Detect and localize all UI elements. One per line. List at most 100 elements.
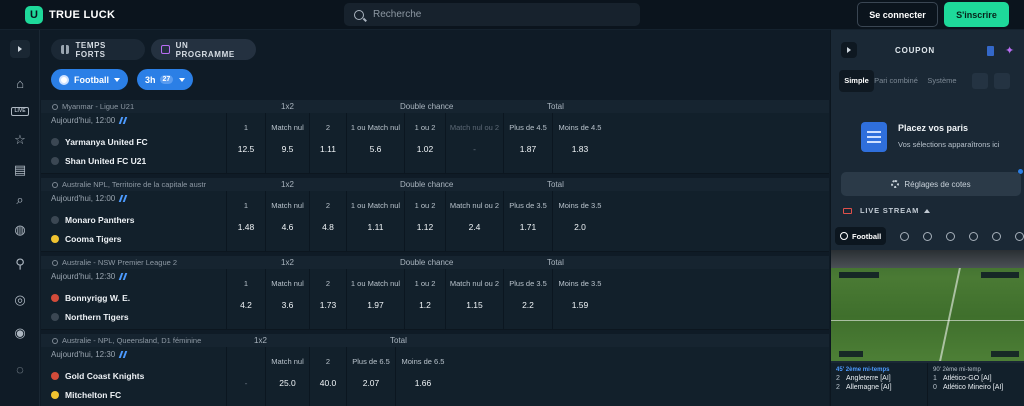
- home-icon[interactable]: ⌂: [11, 74, 29, 92]
- match-row[interactable]: Aujourd'hui, 12:00 Monaro Panthers Cooma…: [41, 191, 829, 252]
- odd-label: Match nul: [271, 123, 304, 132]
- live-event-card[interactable]: 90' 2ème mi-temp 1 Atlético-GO [AI] 0 Atlé…: [928, 363, 1024, 406]
- calculator-icon[interactable]: [972, 73, 988, 89]
- ticket-icon[interactable]: [987, 46, 994, 56]
- time-filter-dropdown[interactable]: 3h 27: [137, 69, 193, 90]
- basketball-icon[interactable]: ◎: [11, 291, 29, 309]
- away-team: Cooma Tigers: [65, 234, 122, 244]
- search-box[interactable]: [344, 3, 640, 26]
- market-title: Double chance: [400, 102, 454, 111]
- play-icon: [18, 46, 22, 52]
- login-button[interactable]: Se connecter: [857, 2, 938, 27]
- odd-value: 2.4: [468, 222, 481, 232]
- tab-label: TEMPS FORTS: [75, 40, 106, 59]
- team-icon: [51, 313, 59, 321]
- empty-subtitle: Vos sélections apparaîtrons ici: [898, 140, 1000, 149]
- chat-icon[interactable]: ◌: [11, 360, 29, 378]
- hockey-icon[interactable]: [992, 231, 1002, 241]
- odd-button[interactable]: Plus de 6.5 2.07: [346, 347, 395, 406]
- sparkle-icon[interactable]: ✦: [1005, 44, 1014, 57]
- match-row[interactable]: Aujourd'hui, 12:30 Bonnyrigg W. E. North…: [41, 269, 829, 330]
- odd-button[interactable]: Match nul 3.6: [265, 269, 309, 330]
- tab-pari-combine[interactable]: Pari combiné: [874, 70, 918, 92]
- live-icon[interactable]: LIVE: [11, 102, 29, 120]
- odd-button[interactable]: 2 1.11: [309, 113, 346, 174]
- market-title: 1x2: [281, 180, 294, 189]
- odd-button[interactable]: Plus de 3.5 1.71: [503, 191, 552, 252]
- odd-value: 5.6: [369, 144, 382, 154]
- signup-button[interactable]: S'inscrire: [944, 2, 1009, 27]
- tennis-icon[interactable]: ⚲: [11, 255, 29, 273]
- video-stream[interactable]: [831, 250, 1024, 361]
- tab-un-programme[interactable]: UN PROGRAMME: [151, 39, 256, 60]
- tab-simple[interactable]: Simple: [839, 70, 874, 92]
- match-row[interactable]: Aujourd'hui, 12:30 Gold Coast Knights Mi…: [41, 347, 829, 406]
- odd-value: 4.8: [322, 222, 334, 232]
- odd-label: Moins de 3.5: [558, 201, 602, 210]
- odd-label: Match nul ou 2: [449, 123, 500, 132]
- baseball-icon[interactable]: [969, 231, 979, 241]
- tab-systeme[interactable]: Système: [918, 70, 966, 92]
- logo[interactable]: U TRUE LUCK: [25, 5, 115, 24]
- odd-button[interactable]: Moins de 6.5 1.66: [395, 347, 450, 406]
- sport-football[interactable]: Football: [835, 227, 887, 245]
- football-icon[interactable]: ◍: [11, 221, 29, 239]
- odd-button[interactable]: Match nul ou 2 -: [445, 113, 503, 174]
- magnifier-icon[interactable]: ⌕: [11, 191, 29, 209]
- coupon-collapse-button[interactable]: [841, 42, 857, 58]
- odd-button[interactable]: 1 ou 2 1.02: [404, 113, 445, 174]
- odd-value: 2.0: [574, 222, 586, 232]
- match-row[interactable]: Aujourd'hui, 12:00 Yarmanya United FC Sh…: [41, 113, 829, 174]
- odd-button[interactable]: 1 4.2: [226, 269, 265, 330]
- odd-label: Moins de 6.5: [401, 357, 445, 366]
- odd-button[interactable]: Moins de 3.5 1.59: [552, 269, 607, 330]
- document-icon[interactable]: ▤: [11, 161, 29, 179]
- live-event-card[interactable]: 45' 2ème mi-temps 2 Angleterre [AI] 2 Alle…: [831, 363, 928, 406]
- odd-label: 1 ou Match nul: [350, 201, 401, 210]
- odd-button[interactable]: 2 1.73: [309, 269, 346, 330]
- odd-button[interactable]: 1 ou 2 1.12: [404, 191, 445, 252]
- basketball-icon[interactable]: [923, 231, 933, 241]
- rail-expand-button[interactable]: [10, 40, 30, 58]
- team-name: Angleterre [AI]: [846, 375, 891, 382]
- betslip-icon: [861, 122, 887, 152]
- odd-button[interactable]: Match nul ou 2 1.15: [445, 269, 503, 330]
- odd-button[interactable]: 1 12.5: [226, 113, 265, 174]
- odd-button[interactable]: Match nul 9.5: [265, 113, 309, 174]
- search-input[interactable]: [373, 9, 623, 20]
- odd-button[interactable]: Match nul 4.6: [265, 191, 309, 252]
- score: 1: [933, 375, 937, 382]
- odd-button[interactable]: 2 40.0: [309, 347, 346, 406]
- odd-button[interactable]: Moins de 3.5 2.0: [552, 191, 607, 252]
- odd-value: -: [473, 144, 476, 154]
- table-tennis-icon[interactable]: [1015, 231, 1024, 241]
- live-stream-toggle[interactable]: LIVE STREAM: [843, 206, 931, 215]
- volleyball-icon[interactable]: [946, 231, 956, 241]
- logo-icon: U: [25, 5, 43, 24]
- odd-label: 1 ou 2: [414, 201, 436, 210]
- odd-button[interactable]: 1 ou 2 1.2: [404, 269, 445, 330]
- tab-temps-forts[interactable]: TEMPS FORTS: [51, 39, 145, 60]
- odd-button[interactable]: Moins de 4.5 1.83: [552, 113, 607, 174]
- live-stream-icon: [118, 351, 128, 358]
- sport-filter-dropdown[interactable]: Football: [51, 69, 128, 90]
- star-icon[interactable]: ☆: [11, 131, 29, 149]
- odd-button[interactable]: -: [226, 347, 265, 406]
- odd-button[interactable]: 1 ou Match nul 1.97: [346, 269, 404, 330]
- odd-button[interactable]: 1 1.48: [226, 191, 265, 252]
- odd-button[interactable]: 1 ou Match nul 5.6: [346, 113, 404, 174]
- market-title: Total: [390, 336, 407, 345]
- odd-button[interactable]: Match nul 25.0: [265, 347, 309, 406]
- tennis-icon[interactable]: [900, 231, 910, 241]
- odd-button[interactable]: 2 4.8: [309, 191, 346, 252]
- odd-button[interactable]: 1 ou Match nul 1.11: [346, 191, 404, 252]
- odd-button[interactable]: Plus de 3.5 2.2: [503, 269, 552, 330]
- odd-label: 2: [325, 279, 331, 288]
- trash-icon[interactable]: [994, 73, 1010, 89]
- market-title: Total: [547, 258, 564, 267]
- odds-settings-button[interactable]: Réglages de cotes: [841, 172, 1021, 196]
- odd-button[interactable]: Plus de 4.5 1.87: [503, 113, 552, 174]
- globe-icon[interactable]: ◉: [11, 324, 29, 342]
- league-header: Australie - NSW Premier League 2 1x2 Dou…: [41, 256, 829, 269]
- odd-button[interactable]: Match nul ou 2 2.4: [445, 191, 503, 252]
